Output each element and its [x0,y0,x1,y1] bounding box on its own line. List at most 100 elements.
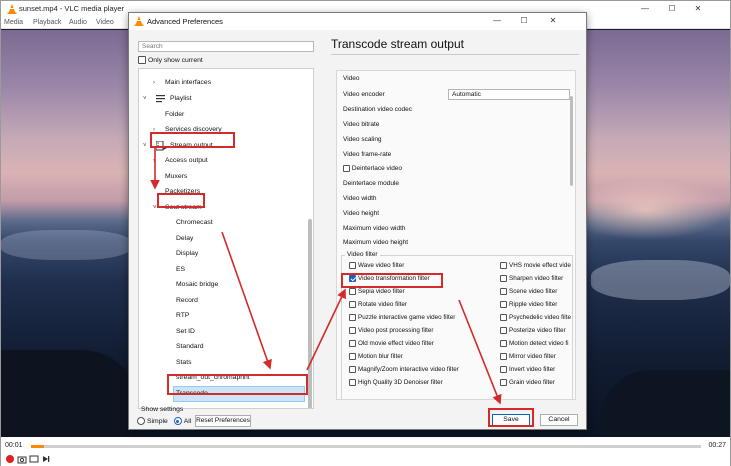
tree-item-mosaic-bridge[interactable]: Mosaic bridge [176,278,218,292]
pane-scrollbar[interactable] [570,96,573,186]
checkbox-box[interactable] [349,301,356,308]
filter-checkbox[interactable]: Sepia video filter [349,288,405,295]
tree-item-main-interfaces[interactable]: › Main interfaces [153,76,211,90]
tree-item-label: Muxers [165,173,188,180]
checkbox-box[interactable] [500,379,507,386]
filter-checkbox[interactable]: Scene video filter [500,288,557,295]
checkbox-box[interactable] [138,56,146,64]
deinterlace-video-checkbox[interactable]: Deinterlace video [343,165,402,172]
checkbox-box[interactable] [500,366,507,373]
checkbox-box[interactable] [500,314,507,321]
checkbox-box[interactable] [349,262,356,269]
vlc-cone-icon [134,16,144,26]
filter-checkbox[interactable]: Ripple video filter [500,301,557,308]
filter-label: Magnify/Zoom interactive video filter [358,366,459,374]
filter-label: Ripple video filter [509,301,558,309]
loop-ab-icon[interactable] [29,454,39,464]
record-icon[interactable] [5,454,15,464]
tree-item-playlist[interactable]: ˅ Playlist [143,92,192,106]
menu-playback[interactable]: Playback [33,19,61,26]
filter-checkbox[interactable]: Posterize video filter [500,327,566,334]
filter-checkbox[interactable]: Sharpen video filter [500,275,563,282]
tree-item-stats[interactable]: Stats [176,356,192,370]
tree-item-es[interactable]: ES [176,263,185,277]
checkbox-box[interactable] [500,353,507,360]
checkbox-box[interactable] [500,262,507,269]
filter-label: High Quality 3D Denoiser filter [358,379,443,387]
vlc-window-title: sunset.mp4 - VLC media player [19,4,125,13]
filter-checkbox[interactable]: Old movie effect video filter [349,340,434,347]
close-icon[interactable]: ✕ [687,1,709,17]
checkbox-box[interactable] [349,353,356,360]
video-encoder-input[interactable] [448,89,570,100]
filter-checkbox[interactable]: Invert video filter [500,366,555,373]
tree-item-access-output[interactable]: › Access output [153,154,208,168]
cancel-button[interactable]: Cancel [540,414,578,426]
vlc-cone-icon [7,4,17,14]
filter-checkbox[interactable]: Rotate video filter [349,301,407,308]
settings-pane: Video Video encoder Destination video co… [336,70,576,400]
checkbox-box[interactable] [349,288,356,295]
filter-label: Invert video filter [509,366,556,374]
radio-simple[interactable] [137,417,145,425]
maximize-icon[interactable]: ☐ [513,13,535,29]
checkbox-box[interactable] [349,340,356,347]
checkbox-box[interactable] [349,379,356,386]
menu-video[interactable]: Video [96,19,114,26]
radio-all-label: All [183,417,192,425]
section-video-label: Video [343,75,360,82]
seek-bar[interactable] [31,445,701,448]
tree-item-record[interactable]: Record [176,294,198,308]
tree-item-chromecast[interactable]: Chromecast [176,216,213,230]
filter-checkbox[interactable]: Wave video filter [349,262,404,269]
tree-item-set-id[interactable]: Set ID [176,325,195,339]
maximize-icon[interactable]: ☐ [661,1,683,17]
checkbox-box[interactable] [500,340,507,347]
frame-step-icon[interactable] [41,454,51,464]
checkbox-box[interactable] [343,165,350,172]
filter-checkbox[interactable]: Video post processing filter [349,327,434,334]
search-input[interactable] [138,41,314,52]
tree-item-label: Standard [176,343,204,350]
snapshot-icon[interactable] [17,454,27,464]
minimize-icon[interactable]: — [634,1,656,17]
only-show-current-checkbox[interactable]: Only show current [138,56,203,64]
setting-row: Deinterlace module [343,180,400,187]
checkbox-box[interactable] [349,366,356,373]
reset-preferences-button[interactable]: Reset Preferences [195,415,251,427]
close-icon[interactable]: ✕ [542,13,564,29]
filter-checkbox[interactable]: Motion blur filter [349,353,403,360]
tree-item-muxers[interactable]: Muxers [165,170,187,184]
tree-item-display[interactable]: Display [176,247,198,261]
only-show-current-label: Only show current [148,56,203,64]
checkbox-box[interactable] [500,301,507,308]
filter-checkbox[interactable]: Motion detect video fi [500,340,569,347]
checkbox-box[interactable] [500,288,507,295]
filter-checkbox[interactable]: Magnify/Zoom interactive video filter [349,366,459,373]
menu-audio[interactable]: Audio [69,19,87,26]
tree-item-label: Access output [165,157,208,164]
tree-item-rtp[interactable]: RTP [176,309,189,323]
checkbox-box[interactable] [349,314,356,321]
seek-bar-fill [31,445,45,448]
filter-label: Motion detect video fi [509,340,569,348]
tree-scrollbar[interactable] [308,219,312,408]
filter-checkbox[interactable]: VHS movie effect vide [500,262,571,269]
filter-checkbox[interactable]: High Quality 3D Denoiser filter [349,379,443,386]
setting-row: Video bitrate [343,121,380,128]
highlight-transcode [167,374,308,395]
minimize-icon[interactable]: — [486,13,508,29]
radio-all[interactable] [173,417,182,425]
tree-item-delay[interactable]: Delay [176,232,193,246]
filter-label: Sepia video filter [358,288,405,296]
tree-item-standard[interactable]: Standard [176,340,204,354]
checkbox-box[interactable] [349,327,356,334]
filter-checkbox[interactable]: Mirror video filter [500,353,556,360]
filter-checkbox[interactable]: Psychedelic video filte [500,314,571,321]
tree-item-folder[interactable]: Folder [165,108,184,122]
menu-media[interactable]: Media [4,19,23,26]
filter-checkbox[interactable]: Puzzle interactive game video filter [349,314,455,321]
checkbox-box[interactable] [500,275,507,282]
filter-checkbox[interactable]: Grain video filter [500,379,555,386]
checkbox-box[interactable] [500,327,507,334]
